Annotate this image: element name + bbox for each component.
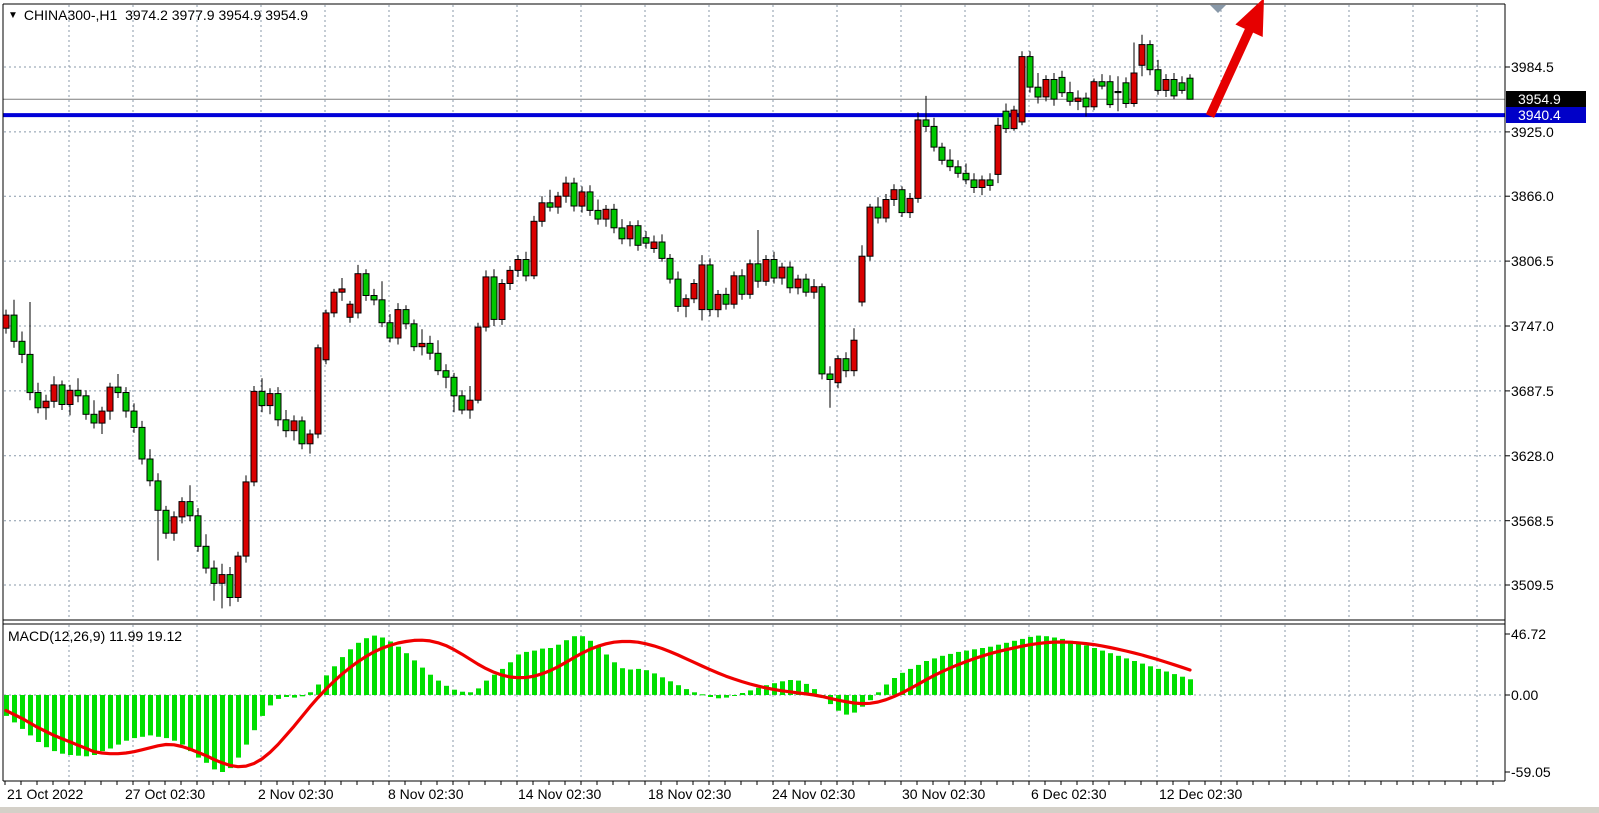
- time-axis-label[interactable]: 14 Nov 02:30: [518, 786, 601, 802]
- price-axis-label[interactable]: 3866.0: [1511, 188, 1554, 204]
- time-axis-label[interactable]: 30 Nov 02:30: [902, 786, 985, 802]
- ohlc-values: 3974.2 3977.9 3954.9 3954.9: [125, 7, 308, 23]
- grid-vertical: [69, 5, 1477, 780]
- time-axis-ticks: [5, 781, 1493, 785]
- symbol-title: ▼ CHINA300-,H1 3974.2 3977.9 3954.9 3954.…: [8, 7, 308, 23]
- macd-histogram: [4, 636, 1193, 772]
- time-axis-label[interactable]: 18 Nov 02:30: [648, 786, 731, 802]
- macd-axis-label[interactable]: 46.72: [1511, 626, 1546, 642]
- macd-indicator-label: MACD(12,26,9) 11.99 19.12: [8, 628, 182, 644]
- candles-group: [3, 35, 1193, 609]
- symbol-period-label: CHINA300-,H1: [24, 7, 117, 23]
- time-axis-label[interactable]: 2 Nov 02:30: [258, 786, 334, 802]
- price-axis-label[interactable]: 3568.5: [1511, 513, 1554, 529]
- time-axis-label[interactable]: 24 Nov 02:30: [772, 786, 855, 802]
- autoscroll-marker-icon[interactable]: [1210, 5, 1226, 13]
- price-axis-ticks: [1505, 67, 1510, 772]
- price-axis-label[interactable]: 3984.5: [1511, 59, 1554, 75]
- last-price-tag: 3954.9: [1506, 91, 1586, 107]
- time-axis-label[interactable]: 21 Oct 2022: [7, 786, 83, 802]
- time-axis-label[interactable]: 6 Dec 02:30: [1031, 786, 1107, 802]
- symbol-dropdown-icon[interactable]: ▼: [8, 10, 18, 21]
- mt4-chart-window: ▼ CHINA300-,H1 3974.2 3977.9 3954.9 3954.…: [0, 0, 1599, 813]
- time-axis-label[interactable]: 8 Nov 02:30: [388, 786, 464, 802]
- price-axis-label[interactable]: 3628.0: [1511, 448, 1554, 464]
- chart-surface[interactable]: [0, 0, 1599, 813]
- macd-axis-label[interactable]: -59.05: [1511, 764, 1551, 780]
- grid-horizontal: [4, 67, 1504, 695]
- price-axis-label[interactable]: 3687.5: [1511, 383, 1554, 399]
- price-axis-label[interactable]: 3509.5: [1511, 577, 1554, 593]
- price-axis-label[interactable]: 3925.0: [1511, 124, 1554, 140]
- time-axis-label[interactable]: 27 Oct 02:30: [125, 786, 205, 802]
- price-axis-label[interactable]: 3806.5: [1511, 253, 1554, 269]
- window-bottom-strip: [0, 807, 1599, 813]
- blue-line-price-tag: 3940.4: [1506, 107, 1586, 123]
- macd-axis-label[interactable]: 0.00: [1511, 687, 1538, 703]
- panel-borders: [3, 4, 1505, 781]
- price-axis-label[interactable]: 3747.0: [1511, 318, 1554, 334]
- time-axis-label[interactable]: 12 Dec 02:30: [1159, 786, 1242, 802]
- trend-arrow[interactable]: [1210, 0, 1264, 116]
